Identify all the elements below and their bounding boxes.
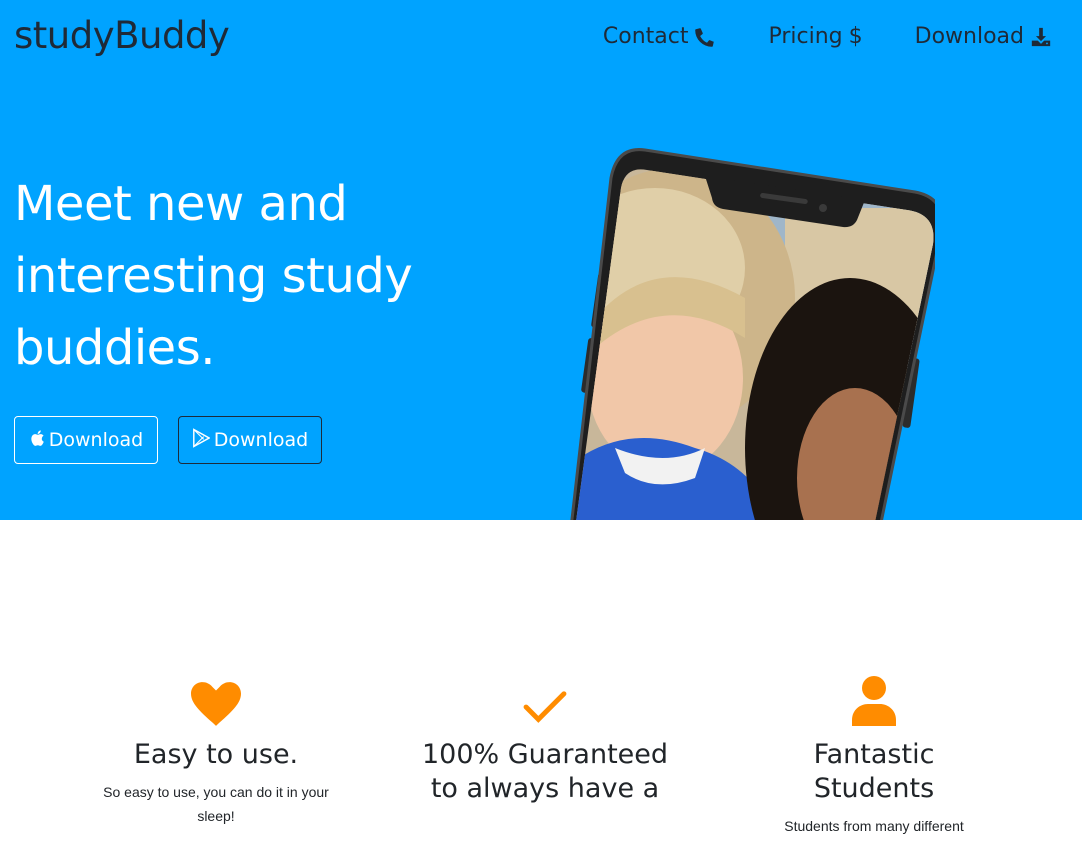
heart-icon — [86, 670, 346, 726]
feature-text: So easy to use, you can do it in your sl… — [103, 784, 329, 824]
features-section: Easy to use. So easy to use, you can do … — [0, 520, 1082, 842]
feature-title: 100% Guaranteed to always have a — [421, 739, 669, 804]
nav-download-link[interactable]: Download — [915, 24, 1052, 49]
nav-pricing-link[interactable]: Pricing $ — [768, 24, 862, 49]
hero-headline: Meet new and interesting study buddies. — [14, 176, 413, 376]
feature-guaranteed: 100% Guaranteed to always have a — [415, 670, 675, 806]
check-icon — [415, 670, 675, 726]
app-store-button-label: Download — [48, 429, 144, 451]
nav-download-label: Download — [914, 24, 1024, 49]
nav-links: Contact Pricing $ Download — [603, 24, 1052, 49]
feature-fantastic-students: Fantastic Students Students from many di… — [744, 670, 1004, 838]
feature-easy-to-use: Easy to use. So easy to use, you can do … — [86, 670, 346, 828]
dollar-icon: $ — [848, 24, 863, 49]
brand-logo[interactable]: studyBuddy — [14, 14, 230, 57]
hero-section: studyBuddy Contact Pricing $ Download Me… — [0, 0, 1082, 520]
app-store-download-button[interactable]: Download — [14, 416, 158, 464]
feature-title: Fantastic Students — [813, 739, 935, 804]
feature-text: Students from many different — [784, 818, 964, 834]
phone-image — [555, 148, 944, 520]
apple-icon — [29, 429, 45, 452]
user-icon — [744, 670, 1004, 726]
nav-pricing-label: Pricing — [768, 24, 843, 49]
google-play-button-label: Download — [213, 429, 309, 451]
google-play-download-button[interactable]: Download — [178, 416, 322, 464]
nav-contact-link[interactable]: Contact — [603, 24, 717, 49]
download-icon — [1030, 26, 1052, 48]
google-play-icon — [192, 427, 211, 453]
navbar: studyBuddy Contact Pricing $ Download — [0, 0, 1082, 80]
nav-contact-label: Contact — [602, 24, 689, 49]
feature-title: Easy to use. — [133, 739, 299, 770]
phone-icon — [694, 26, 716, 48]
